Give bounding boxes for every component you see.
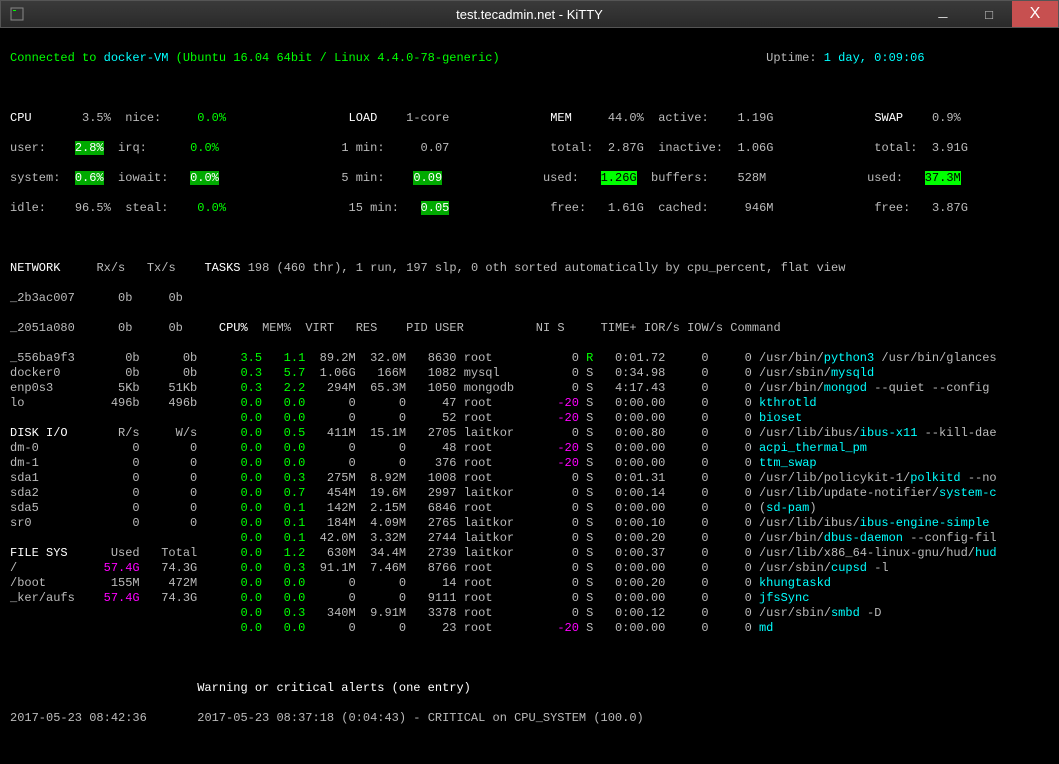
process-row: / 57.4G 74.3G 0.0 0.3 91.1M 7.46M 8766 r… [10, 561, 1049, 576]
uptime-label: Uptime: [766, 51, 824, 65]
process-row: 0.0 0.0 0 0 23 root -20 S 0:00.00 0 0 md [10, 621, 1049, 636]
maximize-button[interactable]: □ [966, 1, 1012, 27]
process-row: sda5 0 0 0.0 0.1 142M 2.15M 6846 root 0 … [10, 501, 1049, 516]
process-row: _ker/aufs 57.4G 74.3G 0.0 0.0 0 0 9111 r… [10, 591, 1049, 606]
load-title: LOAD [349, 111, 378, 125]
alerts-title: Warning or critical alerts (one entry) [197, 681, 471, 695]
process-row: FILE SYS Used Total 0.0 1.2 630M 34.4M 2… [10, 546, 1049, 561]
iface-row: _2051a080 0b 0b CPU% MEM% VIRT RES PID U… [10, 321, 1049, 336]
datetime: 2017-05-23 08:42:36 [10, 711, 147, 725]
mem-title: MEM [550, 111, 572, 125]
tasks-summary: 198 (460 thr), 1 run, 197 slp, 0 oth sor… [241, 261, 846, 275]
uptime-value: 1 day, 0:09:06 [824, 51, 925, 65]
iface-row: _2b3ac007 0b 0b [10, 291, 1049, 306]
process-row: sr0 0 0 0.0 0.1 184M 4.09M 2765 laitkor … [10, 516, 1049, 531]
app-icon [9, 6, 25, 22]
process-row: 0.0 0.3 340M 9.91M 3378 root 0 S 0:00.12… [10, 606, 1049, 621]
process-row: dm-0 0 0 0.0 0.0 0 0 48 root -20 S 0:00.… [10, 441, 1049, 456]
minimize-button[interactable]: _ [920, 1, 966, 27]
process-row: dm-1 0 0 0.0 0.0 0 0 376 root -20 S 0:00… [10, 456, 1049, 471]
process-row: 0.0 0.1 42.0M 3.32M 2744 laitkor 0 S 0:0… [10, 531, 1049, 546]
hostname: docker-VM [104, 51, 169, 65]
network-title: NETWORK [10, 261, 60, 275]
titlebar[interactable]: test.tecadmin.net - KiTTY _ □ X [0, 0, 1059, 28]
process-row: docker0 0b 0b 0.3 5.7 1.06G 166M 1082 my… [10, 366, 1049, 381]
process-row: enp0s3 5Kb 51Kb 0.3 2.2 294M 65.3M 1050 … [10, 381, 1049, 396]
os-info: (Ubuntu 16.04 64bit / Linux 4.4.0-78-gen… [168, 51, 499, 65]
process-row: 0.0 0.0 0 0 52 root -20 S 0:00.00 0 0 bi… [10, 411, 1049, 426]
process-row: _556ba9f3 0b 0b 3.5 1.1 89.2M 32.0M 8630… [10, 351, 1049, 366]
tasks-title: TASKS [204, 261, 240, 275]
cpu-title: CPU [10, 111, 32, 125]
close-button[interactable]: X [1012, 1, 1058, 27]
alert-entry: 2017-05-23 08:37:18 (0:04:43) - CRITICAL… [197, 711, 643, 725]
process-row: DISK I/O R/s W/s 0.0 0.5 411M 15.1M 2705… [10, 426, 1049, 441]
process-row: sda2 0 0 0.0 0.7 454M 19.6M 2997 laitkor… [10, 486, 1049, 501]
process-row: /boot 155M 472M 0.0 0.0 0 0 14 root 0 S … [10, 576, 1049, 591]
swap-title: SWAP [874, 111, 903, 125]
process-row: lo 496b 496b 0.0 0.0 0 0 47 root -20 S 0… [10, 396, 1049, 411]
window-title: test.tecadmin.net - KiTTY [456, 7, 603, 22]
process-row: sda1 0 0 0.0 0.3 275M 8.92M 1008 root 0 … [10, 471, 1049, 486]
terminal-content[interactable]: Connected to docker-VM (Ubuntu 16.04 64b… [0, 28, 1059, 764]
connected-label: Connected to [10, 51, 104, 65]
